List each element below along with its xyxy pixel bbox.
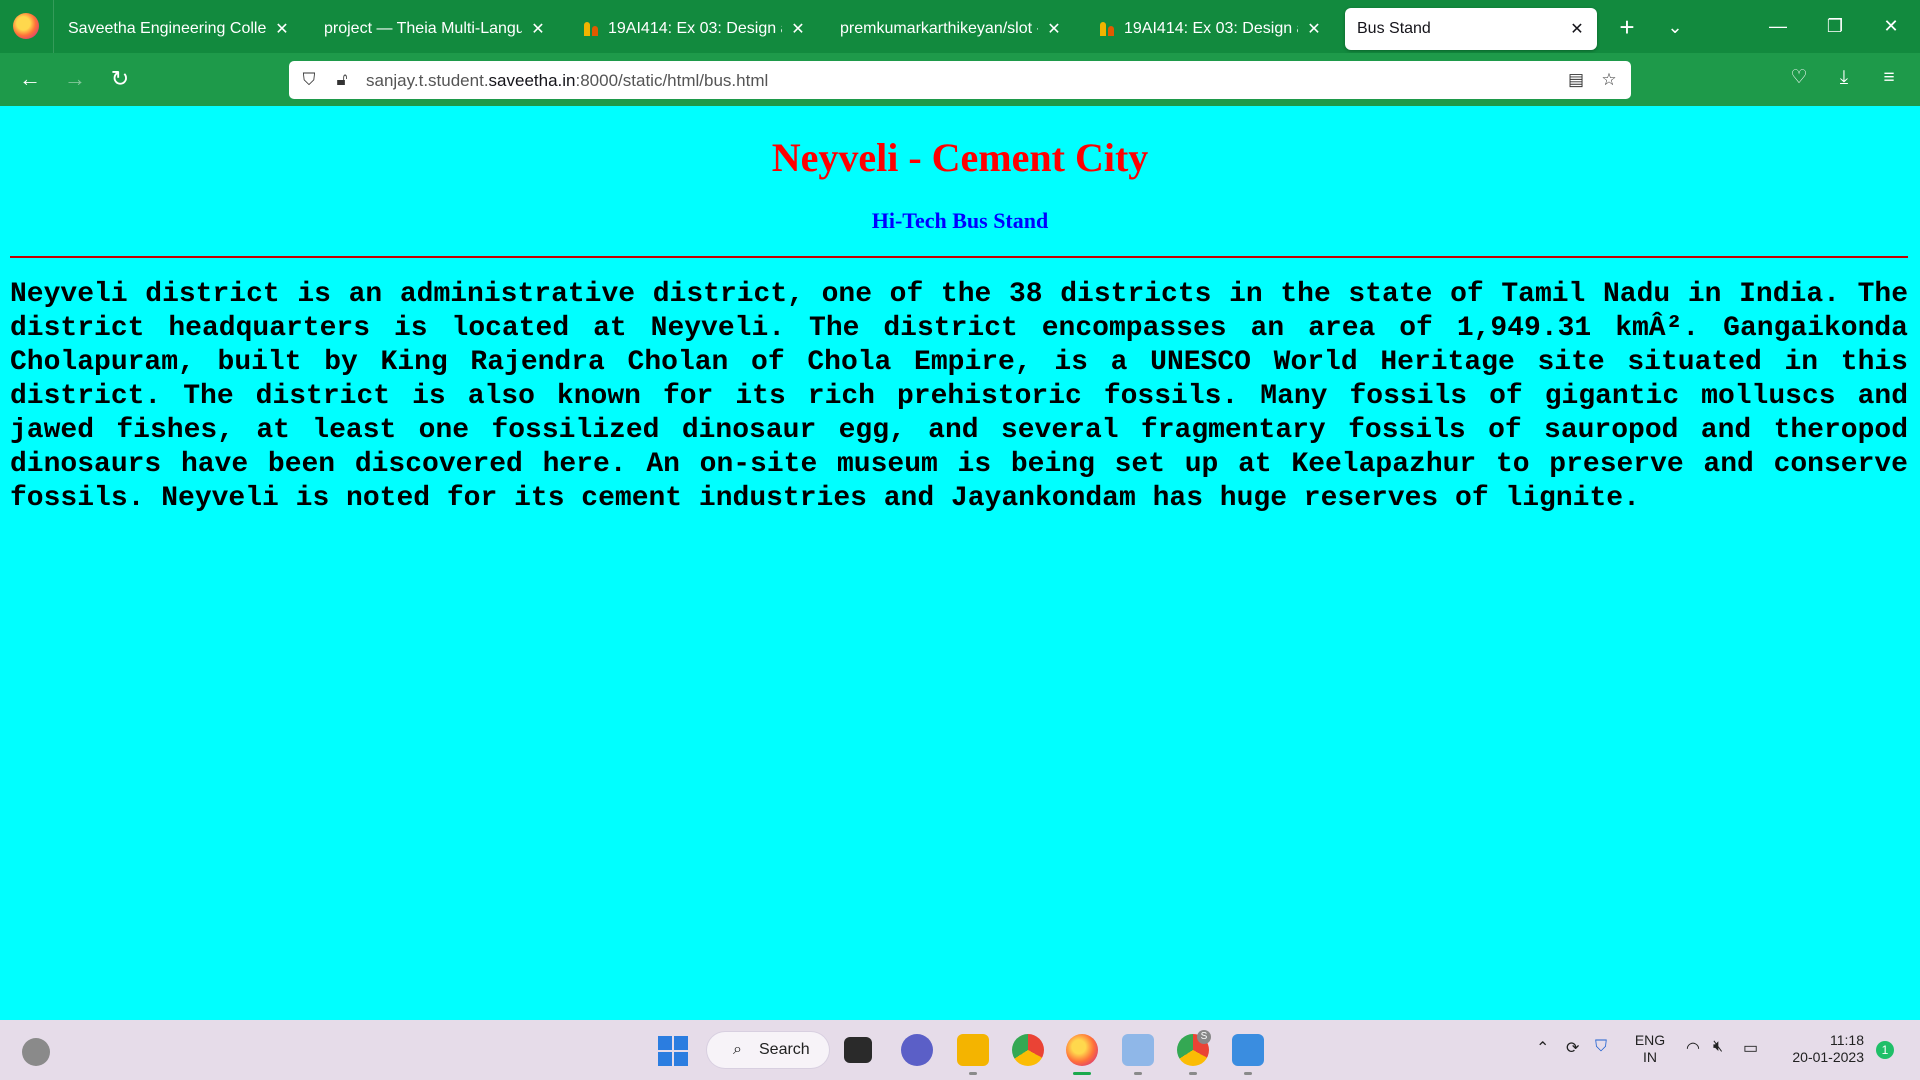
running-indicator — [969, 1072, 977, 1075]
firefox-logo-icon[interactable] — [13, 13, 39, 39]
notepad-icon[interactable] — [1232, 1034, 1264, 1066]
tab-label: project — Theia Multi-Language — [324, 20, 522, 37]
forward-arrow-icon[interactable]: → — [57, 61, 93, 97]
url-path: :8000/static/html/bus.html — [575, 71, 769, 90]
reader-view-icon[interactable]: ▤ — [1566, 70, 1586, 90]
tab-label: 19AI414: Ex 03: Design a We — [1124, 20, 1298, 37]
url-prefix: sanjay.t.student. — [366, 71, 489, 90]
close-icon[interactable]: ✕ — [1046, 19, 1062, 39]
taskbar: ⌕ Search S ⌃ ⟳ ⛉ ENG IN ◠ 🔇︎ ▭ 11:18 20-… — [0, 1020, 1920, 1080]
close-window-icon[interactable]: ✕ — [1871, 8, 1911, 44]
page-subtitle: Hi-Tech Bus Stand — [871, 208, 1049, 233]
clock-date: 20-01-2023 — [1792, 1049, 1864, 1065]
navigation-toolbar: ← → ↻ ⛉ 🔓︎ sanjay.t.student.saveetha.in:… — [0, 53, 1920, 106]
tab-label: premkumarkarthikeyan/slot - ex — [840, 20, 1038, 37]
tab-saveetha[interactable]: Saveetha Engineering College ✕ — [56, 8, 302, 50]
running-indicator — [1189, 1072, 1197, 1075]
running-indicator — [1244, 1072, 1252, 1075]
close-icon[interactable]: ✕ — [1569, 19, 1585, 39]
running-indicator-active — [1073, 1072, 1091, 1075]
pocket-icon[interactable]: ♡ — [1784, 63, 1814, 93]
running-indicator — [1134, 1072, 1142, 1075]
chevron-up-icon[interactable]: ⌃ — [1536, 1038, 1549, 1058]
task-view-icon[interactable] — [844, 1037, 872, 1063]
web-page: Neyveli - Cement City Hi-Tech Bus Stand … — [0, 106, 1920, 1020]
hamburger-menu-icon[interactable]: ≡ — [1874, 63, 1904, 93]
chevron-down-icon[interactable]: ⌄ — [1660, 10, 1690, 44]
shield-icon[interactable]: ⛉ — [299, 70, 319, 90]
windows-start-icon[interactable] — [658, 1036, 688, 1066]
region-code: IN — [1643, 1049, 1657, 1065]
file-explorer-icon[interactable] — [957, 1034, 989, 1066]
address-bar[interactable]: ⛉ 🔓︎ sanjay.t.student.saveetha.in:8000/s… — [289, 61, 1631, 99]
url-domain: saveetha.in — [488, 71, 576, 90]
tab-label: 19AI414: Ex 03: Design a We — [608, 20, 782, 37]
minimize-icon[interactable]: — — [1758, 8, 1798, 44]
chrome-icon[interactable] — [1012, 1034, 1044, 1066]
search-icon: ⌕ — [733, 1041, 742, 1058]
firefox-icon[interactable] — [1066, 1034, 1098, 1066]
tab-premkumar[interactable]: premkumarkarthikeyan/slot - ex ✕ — [828, 8, 1074, 50]
insecure-lock-icon[interactable]: 🔓︎ — [332, 70, 352, 90]
url-text[interactable]: sanjay.t.student.saveetha.in:8000/static… — [366, 71, 768, 91]
sync-icon[interactable]: ⟳ — [1566, 1038, 1579, 1058]
reload-icon[interactable]: ↻ — [102, 61, 138, 97]
new-tab-plus-icon[interactable]: + — [1612, 10, 1642, 44]
tab-label: Saveetha Engineering College — [68, 20, 266, 37]
teams-chat-icon[interactable] — [901, 1034, 933, 1066]
page-title: Neyveli - Cement City — [771, 135, 1149, 180]
clock-time: 11:18 — [1830, 1032, 1864, 1048]
description-paragraph: Neyveli district is an administrative di… — [10, 279, 1908, 514]
snipping-tool-icon[interactable] — [1122, 1034, 1154, 1066]
tab-strip: Saveetha Engineering College ✕ project —… — [0, 0, 1920, 53]
language-code: ENG — [1634, 1032, 1666, 1048]
battery-icon[interactable]: ▭ — [1743, 1038, 1758, 1058]
download-icon[interactable]: ⤓ — [1829, 63, 1859, 93]
close-icon[interactable]: ✕ — [274, 19, 290, 39]
tab-19ai414-2[interactable]: 19AI414: Ex 03: Design a We ✕ — [1088, 8, 1334, 50]
clock[interactable]: 11:18 20-01-2023 — [1780, 1032, 1864, 1066]
divider — [53, 0, 54, 53]
bar-chart-icon — [1100, 22, 1118, 36]
profile-badge: S — [1197, 1030, 1211, 1044]
language-indicator[interactable]: ENG IN — [1630, 1032, 1670, 1066]
volume-muted-icon[interactable]: 🔇︎ — [1713, 1038, 1723, 1056]
search-label: Search — [759, 1041, 810, 1058]
divider — [10, 256, 1908, 258]
widgets-icon[interactable] — [22, 1038, 50, 1066]
tab-19ai414-1[interactable]: 19AI414: Ex 03: Design a We ✕ — [572, 8, 818, 50]
security-shield-icon[interactable]: ⛉ — [1595, 1038, 1607, 1056]
tab-theia[interactable]: project — Theia Multi-Language ✕ — [312, 8, 558, 50]
taskbar-search-button[interactable]: ⌕ Search — [707, 1032, 829, 1068]
bar-chart-icon — [584, 22, 602, 36]
tab-label: Bus Stand — [1357, 20, 1431, 37]
bookmark-star-icon[interactable]: ☆ — [1599, 70, 1619, 90]
notification-badge[interactable]: 1 — [1876, 1041, 1894, 1059]
tab-bus-stand[interactable]: Bus Stand ✕ — [1345, 8, 1597, 50]
wifi-icon[interactable]: ◠ — [1686, 1038, 1700, 1058]
back-arrow-icon[interactable]: ← — [12, 61, 48, 97]
close-icon[interactable]: ✕ — [1306, 19, 1322, 39]
close-icon[interactable]: ✕ — [790, 19, 806, 39]
close-icon[interactable]: ✕ — [530, 19, 546, 39]
restore-icon[interactable]: ❐ — [1815, 8, 1855, 44]
